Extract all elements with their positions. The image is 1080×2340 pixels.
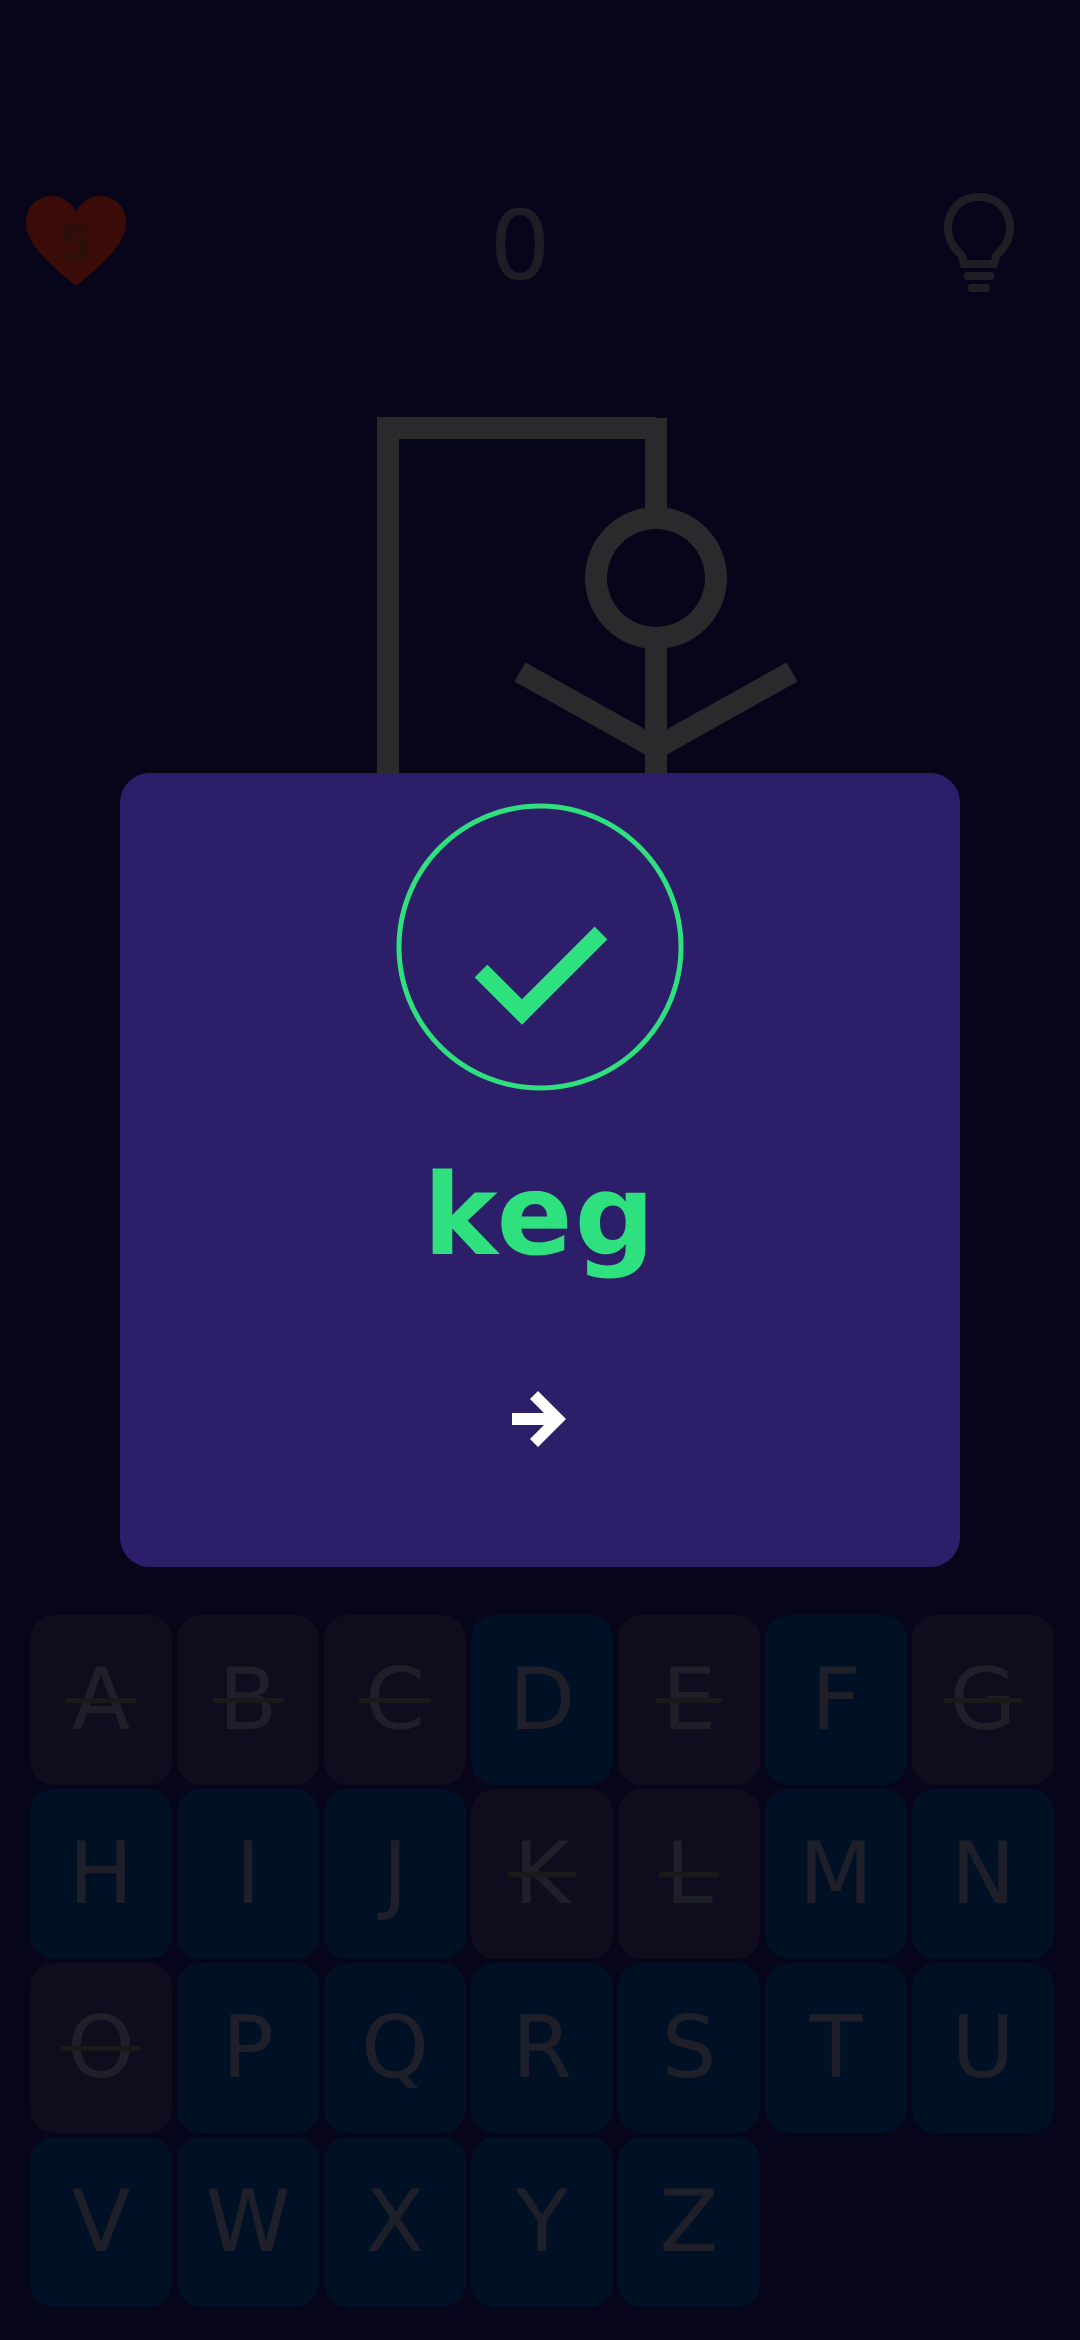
key-q[interactable]: Q [324,1963,466,2133]
key-y[interactable]: Y [471,2137,613,2307]
key-x[interactable]: X [324,2137,466,2307]
key-letter: T [809,1998,863,2098]
key-g: G [912,1615,1054,1785]
key-f[interactable]: F [765,1615,907,1785]
key-k: K [471,1789,613,1959]
key-letter: J [382,1824,408,1924]
key-l: L [618,1789,760,1959]
key-letter: V [71,2172,131,2272]
key-a: A [30,1615,172,1785]
key-p[interactable]: P [177,1963,319,2133]
key-m[interactable]: M [765,1789,907,1959]
key-letter: E [661,1650,717,1750]
key-u[interactable]: U [912,1963,1054,2133]
key-j[interactable]: J [324,1789,466,1959]
key-e: E [618,1615,760,1785]
key-letter: B [218,1650,278,1750]
key-letter: P [222,1998,274,2098]
key-letter: H [68,1824,134,1924]
key-letter: I [235,1824,261,1924]
key-r[interactable]: R [471,1963,613,2133]
key-letter: Y [515,2172,569,2272]
key-letter: Q [361,1998,429,2098]
key-letter: R [512,1998,572,2098]
key-letter: N [950,1824,1016,1924]
key-z[interactable]: Z [618,2137,760,2307]
result-dialog: keg [120,773,960,1567]
key-i[interactable]: I [177,1789,319,1959]
key-letter: X [365,2172,425,2272]
key-n[interactable]: N [912,1789,1054,1959]
key-t[interactable]: T [765,1963,907,2133]
key-letter: A [71,1650,131,1750]
key-letter: S [661,1998,717,2098]
key-b: B [177,1615,319,1785]
key-letter: M [798,1824,874,1924]
key-letter: C [364,1650,426,1750]
next-button[interactable] [500,1379,580,1459]
key-letter: G [949,1650,1017,1750]
arrow-right-icon [512,1391,566,1447]
key-o: O [30,1963,172,2133]
key-letter: W [205,2172,291,2272]
key-letter: U [951,1998,1015,2098]
key-h[interactable]: H [30,1789,172,1959]
key-letter: K [513,1824,571,1924]
key-letter: F [811,1650,861,1750]
key-w[interactable]: W [177,2137,319,2307]
key-letter: O [67,1998,135,2098]
answer-word: keg [423,1151,657,1281]
key-c: C [324,1615,466,1785]
key-d[interactable]: D [471,1615,613,1785]
key-v[interactable]: V [30,2137,172,2307]
check-circle-icon [396,803,684,1091]
key-letter: Z [659,2172,719,2272]
key-letter: L [665,1824,713,1924]
key-s[interactable]: S [618,1963,760,2133]
key-letter: D [508,1650,576,1750]
